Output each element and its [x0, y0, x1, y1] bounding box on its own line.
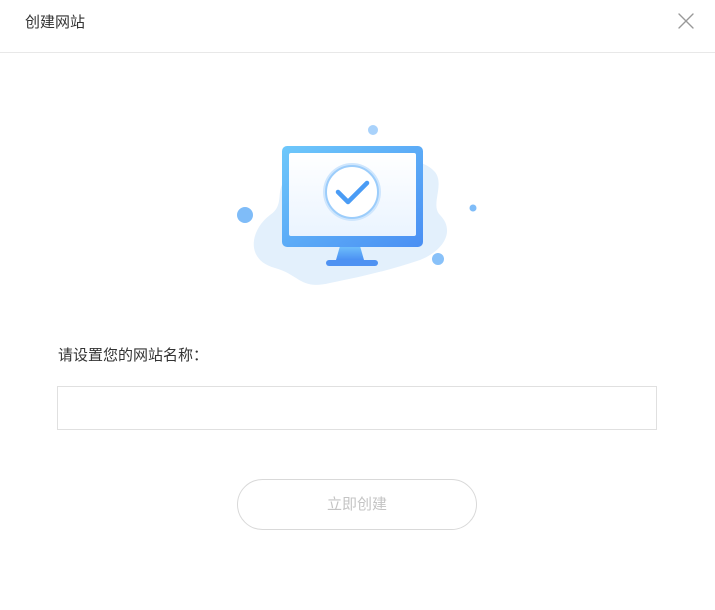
monitor-stand	[336, 246, 364, 260]
site-name-label: 请设置您的网站名称：	[58, 346, 209, 364]
create-site-dialog: 创建网站 请设置您的网站名称： 立即创建	[0, 0, 715, 610]
dialog-header: 创建网站	[0, 0, 715, 53]
monitor-base	[326, 260, 378, 266]
create-now-button[interactable]: 立即创建	[237, 479, 477, 530]
site-name-input[interactable]	[57, 386, 657, 430]
decor-dot	[237, 207, 253, 223]
decor-dot	[368, 125, 378, 135]
close-button[interactable]	[676, 11, 696, 31]
monitor-check-icon	[237, 125, 477, 285]
decor-dot	[469, 204, 477, 212]
dialog-title: 创建网站	[25, 13, 86, 31]
monitor-illustration	[230, 120, 485, 290]
close-icon	[678, 13, 694, 29]
decor-dot	[432, 253, 444, 265]
